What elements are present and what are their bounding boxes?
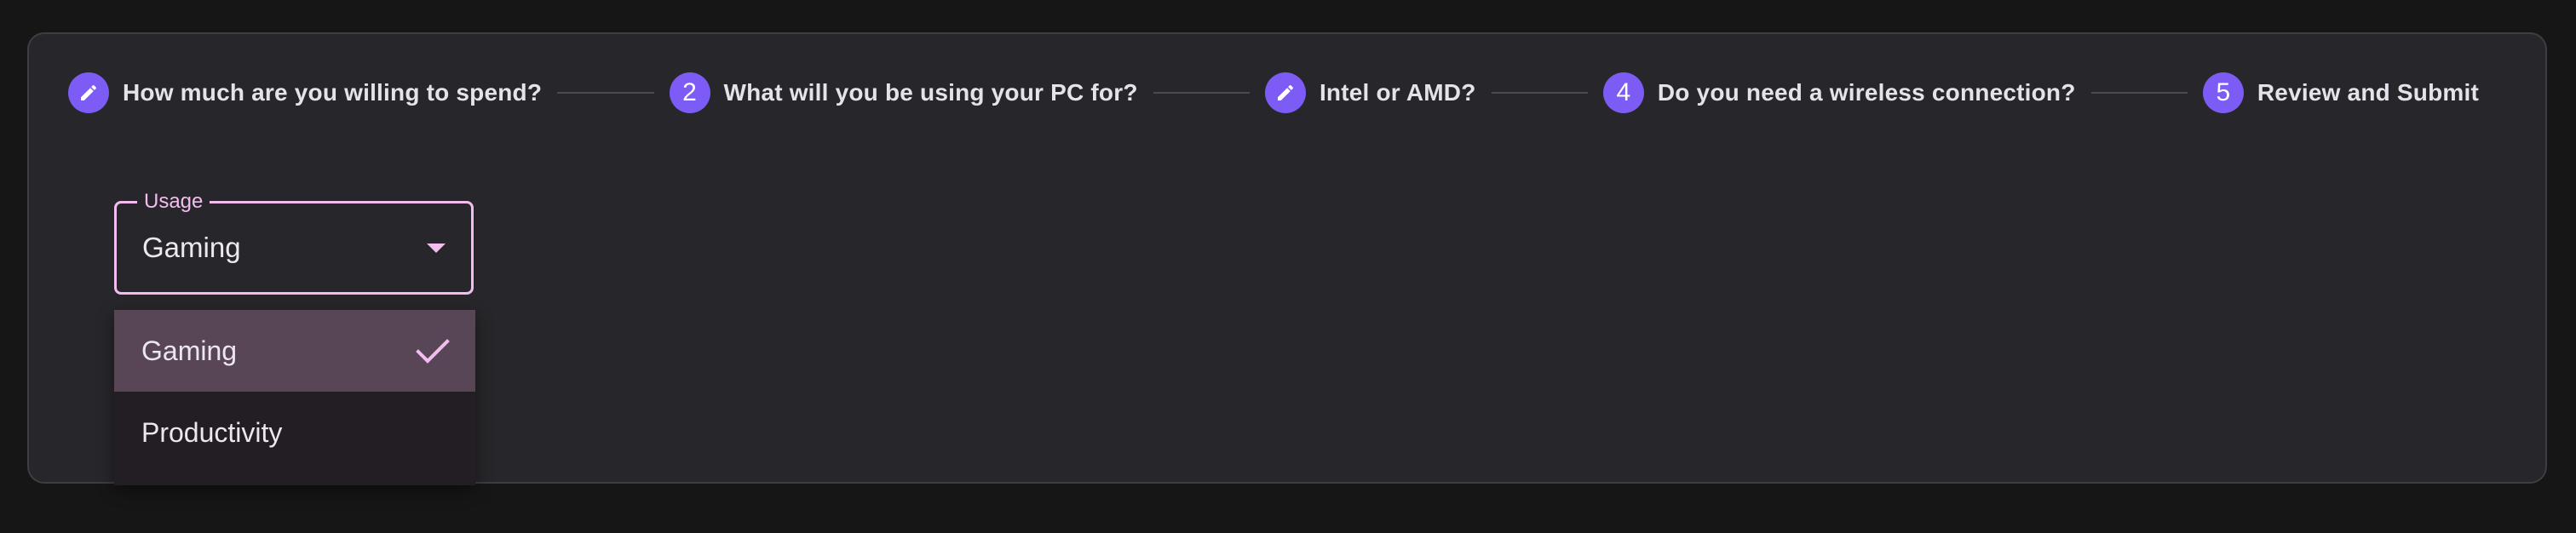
caret-down-icon (427, 244, 446, 253)
pencil-icon (1264, 72, 1306, 113)
step-4[interactable]: 4 Do you need a wireless connection? (1602, 72, 2076, 113)
check-icon (416, 339, 450, 364)
pencil-icon (68, 72, 109, 113)
usage-select[interactable]: Usage Gaming (114, 190, 474, 295)
step-3[interactable]: Intel or AMD? (1264, 72, 1476, 113)
usage-options-menu: Gaming Productivity (114, 310, 475, 485)
step-connector (1491, 92, 1588, 94)
option-gaming-label: Gaming (141, 335, 238, 366)
usage-selected-value: Gaming (142, 232, 241, 263)
option-productivity-label: Productivity (141, 416, 283, 448)
step-4-number: 4 (1602, 72, 1644, 113)
option-productivity[interactable]: Productivity (114, 392, 475, 473)
step-1-label: How much are you willing to spend? (123, 79, 543, 106)
step-3-label: Intel or AMD? (1319, 79, 1476, 106)
step-5-label: Review and Submit (2257, 79, 2479, 106)
step-4-label: Do you need a wireless connection? (1657, 79, 2076, 106)
step-2-number: 2 (669, 72, 710, 113)
option-gaming[interactable]: Gaming (114, 310, 475, 392)
step-connector (2090, 92, 2188, 94)
step-1[interactable]: How much are you willing to spend? (68, 72, 542, 113)
step-connector (557, 92, 654, 94)
step-connector (1153, 92, 1250, 94)
stepper: How much are you willing to spend? 2 Wha… (68, 70, 2479, 116)
step-5[interactable]: 5 Review and Submit (2202, 72, 2479, 113)
step-5-number: 5 (2202, 72, 2244, 113)
step-2[interactable]: 2 What will you be using your PC for? (669, 72, 1138, 113)
usage-label: Usage (137, 190, 210, 214)
step-2-label: What will you be using your PC for? (723, 79, 1138, 106)
